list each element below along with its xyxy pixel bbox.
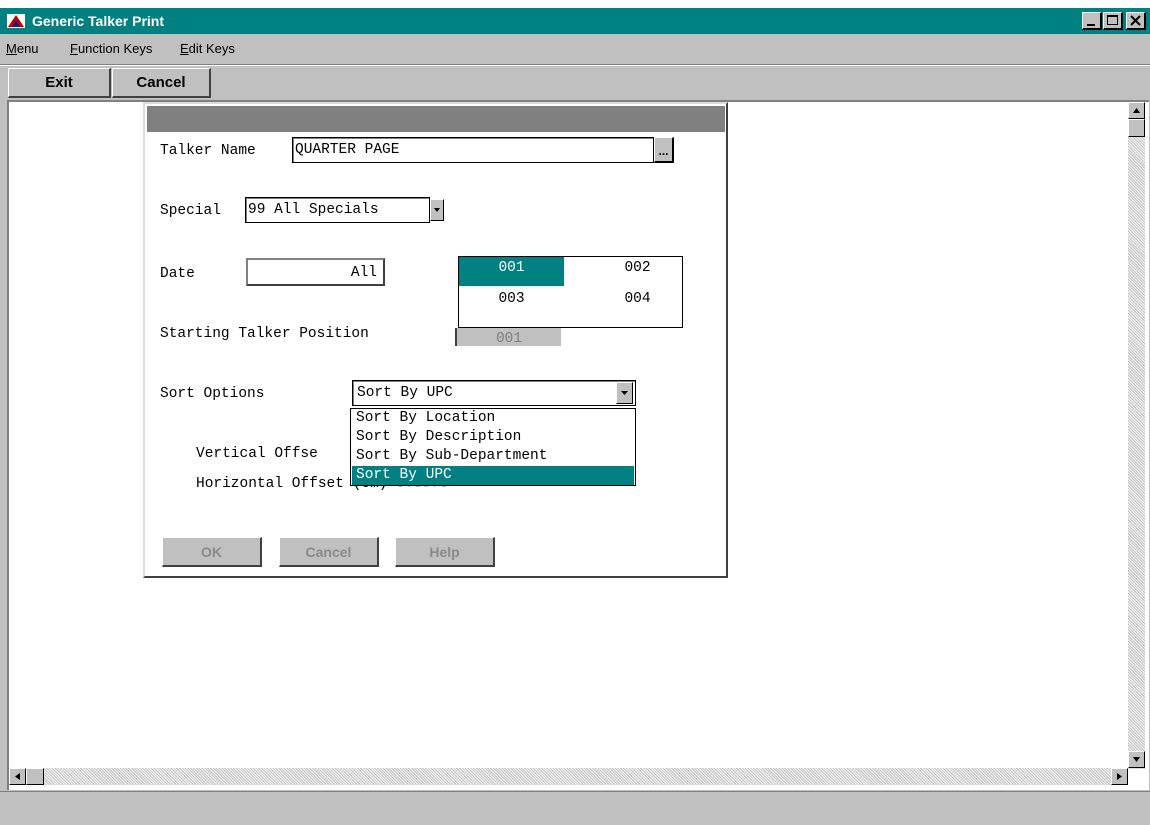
sort-options-select[interactable]: Sort By UPC [352,380,636,406]
dialog-cancel-button[interactable]: Cancel [279,537,379,567]
special-dropdown-button[interactable] [430,199,444,221]
scroll-up-button[interactable] [1128,102,1145,119]
arrow-up-icon [1133,108,1140,113]
minimize-button[interactable] [1082,12,1102,30]
special-select[interactable]: 99 All Specials [245,197,430,223]
menu-item-menu[interactable]: Menu [6,41,39,56]
vertical-offset-label: Vertical Offse [196,446,318,462]
sort-dropdown-button[interactable] [616,382,633,404]
minimize-icon [1087,24,1095,26]
talker-name-input[interactable]: QUARTER PAGE [292,137,654,163]
arrow-right-icon [1117,773,1122,780]
ok-button[interactable]: OK [162,537,262,567]
sort-option-location[interactable]: Sort By Location [352,409,634,428]
date-label: Date [160,266,195,282]
horizontal-scroll-thumb[interactable] [26,768,44,785]
vertical-scrollbar[interactable] [1128,102,1145,769]
close-icon [1130,15,1141,26]
menu-bar [0,36,1150,62]
chevron-down-icon [434,208,440,212]
starting-position-input[interactable]: 001 [455,328,561,346]
special-label: Special [160,203,221,219]
starting-position-label: Starting Talker Position [160,326,369,342]
maximize-icon [1107,15,1118,25]
help-button[interactable]: Help [395,537,495,567]
arrow-down-icon [1133,757,1140,762]
close-button[interactable] [1126,12,1146,30]
browse-talker-button[interactable]: ... [654,137,674,163]
cancel-toolbar-button[interactable]: Cancel [112,68,211,98]
menu-item-function-keys[interactable]: Function Keys [70,41,152,56]
position-cell-004[interactable]: 004 [585,288,690,312]
toolbar-divider-highlight [0,65,1150,66]
scroll-right-button[interactable] [1111,768,1128,785]
window-title: Generic Talker Print [32,13,165,29]
title-bar-fill [0,8,1150,34]
status-bar [0,791,1150,825]
sort-option-upc[interactable]: Sort By UPC [352,466,634,485]
app-icon [7,14,25,28]
sort-option-description[interactable]: Sort By Description [352,428,634,447]
arrow-left-icon [15,773,20,780]
position-cell-002[interactable]: 002 [585,257,690,286]
dialog-caption-bar [147,106,725,132]
exit-button[interactable]: Exit [8,68,111,98]
chevron-down-icon [621,391,628,395]
scroll-left-button[interactable] [9,768,26,785]
talker-name-label: Talker Name [160,143,256,159]
maximize-button[interactable] [1103,12,1123,30]
sort-option-sub-department[interactable]: Sort By Sub-Department [352,447,634,466]
date-input[interactable]: All [246,258,385,286]
horizontal-scrollbar[interactable] [9,768,1128,785]
scroll-down-button[interactable] [1128,751,1145,768]
sort-options-label: Sort Options [160,386,265,402]
vertical-scroll-thumb[interactable] [1128,119,1145,137]
menu-item-edit-keys[interactable]: Edit Keys [180,41,235,56]
position-cell-001[interactable]: 001 [459,257,564,286]
position-cell-003[interactable]: 003 [459,288,564,312]
